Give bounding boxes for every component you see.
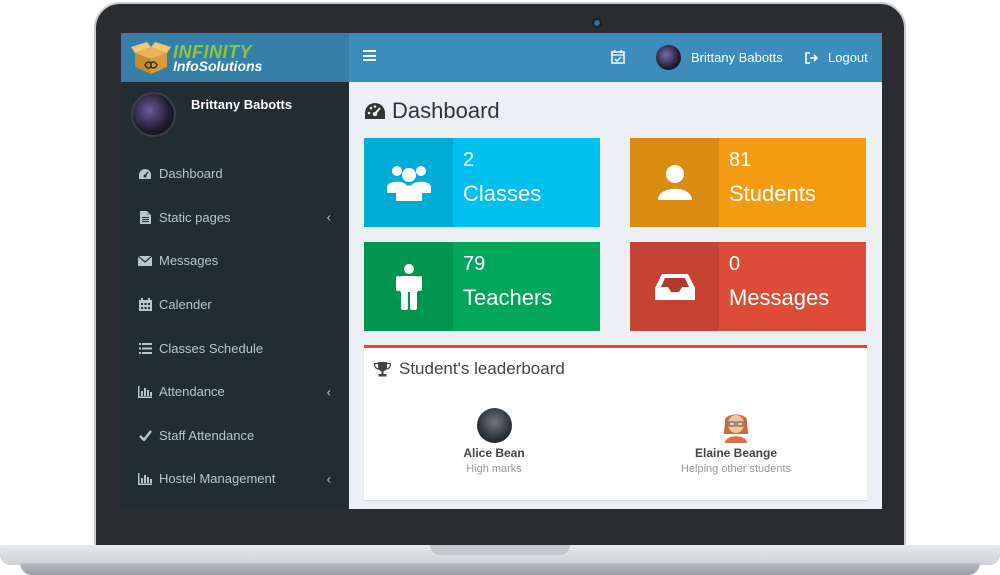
sidebar-menu: Dashboard Static pages ‹ Messages Calend… [121, 152, 349, 501]
stat-value: 0 [729, 253, 741, 275]
chevron-left-icon: ‹ [326, 209, 331, 225]
chevron-left-icon: ‹ [326, 384, 331, 400]
user-icon [630, 138, 719, 227]
laptop-base-bottom [20, 563, 980, 575]
main-content: Dashboard 2 Classes 81 Students 79 Teach… [349, 82, 882, 509]
stat-label: Messages [729, 285, 830, 310]
menu-toggle-icon[interactable] [363, 50, 376, 61]
page-title: Dashboard [364, 98, 500, 124]
user-menu-name[interactable]: Brittany Babotts [691, 50, 783, 65]
bar-chart-icon [138, 385, 152, 399]
leaderboard-title: Student's leaderboard [374, 359, 565, 379]
sidebar-item-messages[interactable]: Messages [121, 239, 349, 283]
stat-label: Classes [463, 181, 542, 206]
sidebar-item-calender[interactable]: Calender [121, 283, 349, 327]
screen: INFINITY InfoSolutions Brittany Babotts … [121, 33, 882, 509]
leaderboard-title-text: Student's leaderboard [399, 359, 565, 378]
check-icon [138, 428, 152, 442]
sidebar-item-dashboard[interactable]: Dashboard [121, 152, 349, 196]
avatar [476, 408, 512, 443]
sidebar-item-staff-attendance[interactable]: Staff Attendance [121, 414, 349, 458]
avatar [131, 92, 176, 137]
sidebar-item-attendance[interactable]: Attendance ‹ [121, 370, 349, 414]
sidebar-item-classes-schedule[interactable]: Classes Schedule [121, 326, 349, 370]
stat-value: 81 [729, 149, 752, 171]
user-avatar[interactable] [656, 45, 681, 70]
users-icon [364, 138, 453, 227]
stat-box-messages[interactable]: 0 Messages [630, 242, 866, 331]
stat-label: Teachers [463, 285, 553, 310]
sidebar-item-label: Dashboard [159, 166, 223, 182]
logo[interactable]: INFINITY InfoSolutions [121, 33, 349, 82]
sidebar-item-label: Staff Attendance [159, 427, 255, 443]
inbox-icon [630, 242, 719, 331]
leaderboard-panel: Student's leaderboard Alice Bean High ma… [364, 345, 867, 500]
logo-subtitle: InfoSolutions [173, 57, 263, 74]
logout-button[interactable]: Logout [805, 50, 868, 65]
laptop-notch [430, 545, 570, 555]
sidebar-item-label: Attendance [159, 384, 225, 400]
sidebar: INFINITY InfoSolutions Brittany Babotts … [121, 33, 349, 509]
stat-box-students[interactable]: 81 Students [630, 138, 866, 227]
trophy-icon [374, 361, 391, 376]
logo-box-icon [131, 41, 171, 75]
calendar-icon [138, 298, 152, 312]
sidebar-item-hostel-management[interactable]: Hostel Management ‹ [121, 457, 349, 501]
leaderboard-user-name: Alice Bean [463, 446, 525, 460]
file-icon [138, 210, 152, 224]
dashboard-icon [365, 103, 385, 119]
sign-out-icon [805, 51, 818, 64]
list-icon [138, 341, 152, 355]
bar-chart-icon [138, 472, 152, 486]
envelope-icon [138, 254, 152, 268]
stat-box-classes[interactable]: 2 Classes [364, 138, 600, 227]
sidebar-item-label: Messages [159, 253, 219, 269]
stat-value: 79 [463, 253, 486, 275]
sidebar-item-label: Classes Schedule [159, 340, 264, 356]
dashboard-icon [138, 167, 152, 181]
user-panel: Brittany Babotts [121, 82, 349, 138]
calendar-check-icon[interactable] [611, 49, 625, 69]
leaderboard-user-name: Elaine Beange [694, 446, 778, 460]
chevron-left-icon: ‹ [326, 471, 331, 487]
page-title-text: Dashboard [392, 98, 500, 123]
leaderboard-user-desc: High marks [466, 463, 522, 475]
sidebar-item-label: Static pages [159, 209, 231, 225]
top-navbar: Brittany Babotts Logout [349, 33, 882, 82]
camera-icon [594, 20, 600, 26]
stat-value: 2 [463, 149, 475, 171]
male-icon [364, 242, 453, 331]
logout-label: Logout [828, 50, 868, 65]
leaderboard-user-desc: Helping other students [680, 463, 792, 475]
leaderboard-user[interactable]: Elaine Beange Helping other students [656, 408, 816, 475]
stat-box-teachers[interactable]: 79 Teachers [364, 242, 600, 331]
sidebar-item-static-pages[interactable]: Static pages ‹ [121, 196, 349, 240]
sidebar-item-label: Hostel Management [159, 471, 276, 487]
stat-label: Students [729, 181, 816, 206]
sidebar-item-label: Calender [159, 297, 212, 313]
user-name: Brittany Babotts [191, 97, 293, 112]
avatar [721, 408, 751, 443]
leaderboard-user[interactable]: Alice Bean High marks [414, 408, 574, 475]
